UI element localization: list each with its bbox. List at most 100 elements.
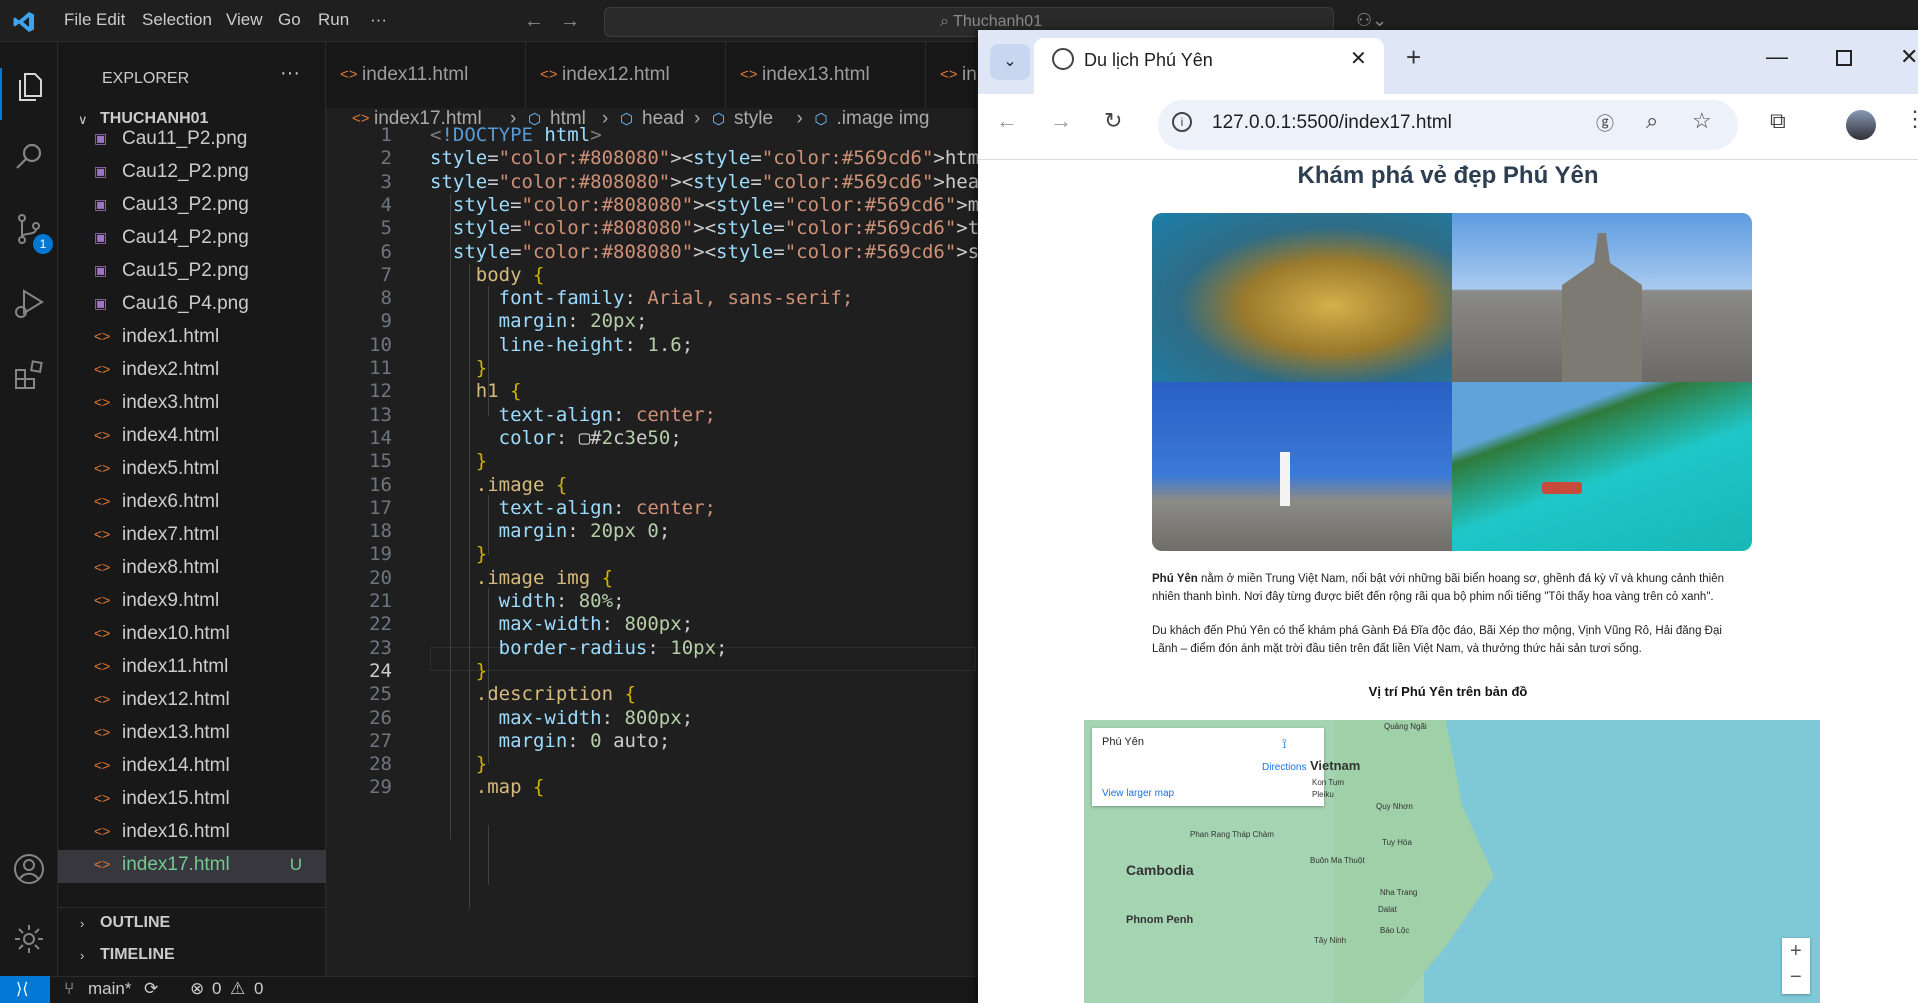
minimize-icon[interactable]: — — [1766, 44, 1788, 70]
maximize-icon[interactable] — [1836, 50, 1852, 66]
code-line[interactable]: } — [430, 660, 487, 682]
close-window-icon[interactable]: ✕ — [1900, 44, 1918, 70]
code-line[interactable]: font-family: Arial, sans-serif; — [430, 287, 854, 309]
zoom-in-icon[interactable]: + — [1790, 940, 1802, 963]
menu-item[interactable]: View — [226, 10, 263, 30]
menu-item[interactable]: File — [64, 10, 91, 30]
close-tab-icon[interactable]: ✕ — [1350, 46, 1367, 71]
directions-icon[interactable]: ⟟ — [1282, 736, 1287, 752]
code-line[interactable]: .description { — [430, 683, 636, 705]
warning-icon[interactable]: ⚠ — [230, 979, 245, 999]
embedded-map[interactable]: Phú Yên ⟟ Directions View larger map Vie… — [1084, 720, 1820, 1003]
site-info-icon[interactable]: i — [1172, 112, 1192, 132]
menu-item[interactable]: Edit — [96, 10, 125, 30]
file-item[interactable]: <> index17.html U — [58, 850, 326, 883]
menu-item[interactable]: Run — [318, 10, 349, 30]
code-line[interactable]: style="color:#808080"><style="color:#569… — [430, 241, 1036, 263]
timeline-section[interactable]: TIMELINE — [100, 946, 175, 964]
breadcrumb-item[interactable]: style — [734, 108, 773, 130]
browser-menu-icon[interactable]: ⋮ — [1904, 106, 1918, 132]
remote-indicator[interactable]: ⟩⟨ — [0, 976, 50, 1003]
file-item[interactable]: <> index11.html — [58, 652, 326, 685]
code-line[interactable]: } — [430, 450, 487, 472]
code-line[interactable]: color: ▢#2c3e50; — [430, 427, 682, 449]
menu-item[interactable]: Selection — [142, 10, 212, 30]
menu-item[interactable]: Go — [278, 10, 301, 30]
file-item[interactable]: <> index5.html — [58, 454, 326, 487]
code-line[interactable]: text-align: center; — [430, 497, 716, 519]
file-item[interactable]: ▣ Cau12_P2.png — [58, 157, 326, 190]
code-line[interactable]: } — [430, 543, 487, 565]
run-debug-icon[interactable] — [12, 286, 46, 320]
zoom-out-icon[interactable]: − — [1790, 966, 1802, 989]
extensions-puzzle-icon[interactable]: ⧉ — [1770, 108, 1786, 134]
file-item[interactable]: ▣ Cau11_P2.png — [58, 124, 326, 157]
outline-section[interactable]: OUTLINE — [100, 914, 170, 932]
extensions-icon[interactable] — [12, 358, 46, 392]
file-item[interactable]: <> index16.html — [58, 817, 326, 850]
bookmark-star-icon[interactable]: ☆ — [1692, 108, 1712, 134]
file-item[interactable]: <> index7.html — [58, 520, 326, 553]
nav-back-icon[interactable]: ← — [524, 10, 544, 33]
file-item[interactable]: ▣ Cau16_P4.png — [58, 289, 326, 322]
file-item[interactable]: <> index8.html — [58, 553, 326, 586]
chevron-right-icon[interactable]: › — [80, 916, 84, 931]
chevron-right-icon[interactable]: › — [80, 948, 84, 963]
url-text[interactable]: 127.0.0.1:5500/index17.html — [1212, 112, 1452, 134]
file-item[interactable]: <> index12.html — [58, 685, 326, 718]
zoom-icon[interactable]: ⌕ — [1646, 108, 1658, 134]
code-line[interactable]: .map { — [430, 776, 545, 798]
new-tab-icon[interactable]: + — [1406, 42, 1421, 73]
explorer-files-icon[interactable] — [12, 70, 46, 104]
file-item[interactable]: <> index15.html — [58, 784, 326, 817]
copilot-icon[interactable]: ⚇⌄ — [1356, 10, 1387, 31]
code-line[interactable]: } — [430, 357, 487, 379]
file-item[interactable]: ▣ Cau13_P2.png — [58, 190, 326, 223]
explorer-more-icon[interactable]: ··· — [280, 62, 300, 85]
file-item[interactable]: <> index9.html — [58, 586, 326, 619]
settings-gear-icon[interactable] — [12, 922, 46, 956]
account-icon[interactable] — [12, 852, 46, 886]
code-line[interactable]: } — [430, 753, 487, 775]
file-item[interactable]: <> index1.html — [58, 322, 326, 355]
editor-tab[interactable]: <> index12.html — [526, 42, 726, 114]
code-line[interactable]: width: 80%; — [430, 590, 625, 612]
code-line[interactable]: body { — [430, 264, 545, 286]
file-item[interactable]: ▣ Cau15_P2.png — [58, 256, 326, 289]
code-line[interactable]: text-align: center; — [430, 404, 716, 426]
larger-map-link[interactable]: View larger map — [1102, 788, 1174, 799]
file-item[interactable]: ▣ Cau14_P2.png — [58, 223, 326, 256]
code-line[interactable]: margin: 20px; — [430, 310, 648, 332]
file-item[interactable]: <> index2.html — [58, 355, 326, 388]
back-icon[interactable]: ← — [996, 108, 1018, 134]
file-item[interactable]: <> index3.html — [58, 388, 326, 421]
file-item[interactable]: <> index13.html — [58, 718, 326, 751]
code-line[interactable]: <!DOCTYPE html> — [430, 124, 602, 146]
code-line[interactable]: .image img { — [430, 567, 613, 589]
reload-icon[interactable]: ↻ — [1104, 108, 1122, 134]
file-item[interactable]: <> index14.html — [58, 751, 326, 784]
editor-tab[interactable]: <> index11.html — [326, 42, 526, 114]
branch-name[interactable]: main* — [88, 979, 131, 999]
menu-item[interactable]: ··· — [370, 10, 387, 30]
error-icon[interactable]: ⊗ — [190, 979, 204, 999]
directions-link[interactable]: Directions — [1262, 762, 1306, 773]
code-editor[interactable]: 1 <!DOCTYPE html> 2 style="color:#808080"><… — [326, 124, 1803, 976]
code-line[interactable]: h1 { — [430, 380, 522, 402]
breadcrumb-item[interactable]: .image img — [837, 108, 930, 130]
file-item[interactable]: <> index10.html — [58, 619, 326, 652]
file-item[interactable]: <> index4.html — [58, 421, 326, 454]
editor-tab[interactable]: <> index13.html — [726, 42, 926, 114]
code-line[interactable]: margin: 0 auto; — [430, 730, 671, 752]
breadcrumb-item[interactable]: head — [642, 108, 684, 130]
sync-icon[interactable]: ⟳ — [144, 979, 158, 999]
avatar[interactable] — [1846, 110, 1876, 140]
tab-search-chevron-icon[interactable]: ⌄ — [990, 44, 1030, 80]
code-line[interactable]: border-radius: 10px; — [430, 637, 728, 659]
nav-forward-icon[interactable]: → — [560, 10, 580, 33]
translate-icon[interactable]: ⓖ — [1596, 110, 1614, 136]
code-line[interactable]: margin: 20px 0; — [430, 520, 671, 542]
search-icon[interactable] — [12, 140, 46, 174]
code-line[interactable]: style="color:#808080"><style="color:#569… — [430, 171, 1002, 193]
file-item[interactable]: <> index6.html — [58, 487, 326, 520]
